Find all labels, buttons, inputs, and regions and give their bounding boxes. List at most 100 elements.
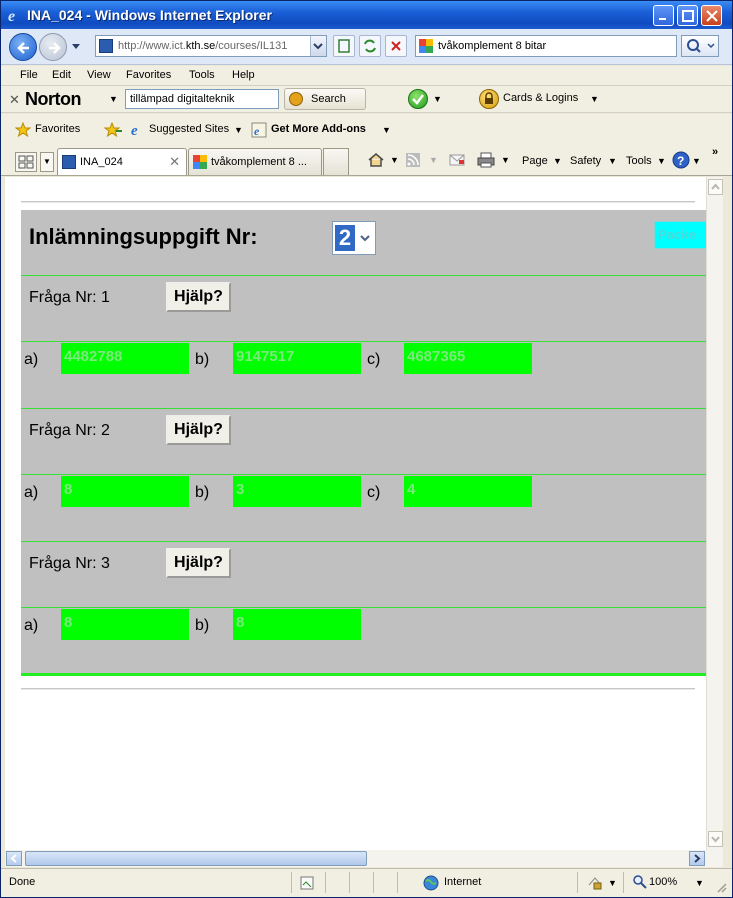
close-tab-icon[interactable]: ✕ — [169, 154, 180, 170]
norton-search-button[interactable]: Search — [284, 88, 366, 110]
close-button[interactable] — [701, 5, 722, 26]
home-icon[interactable] — [367, 152, 385, 168]
address-url[interactable]: http://www.ict.kth.se/courses/IL131 — [118, 40, 308, 52]
scroll-thumb[interactable] — [25, 851, 367, 866]
assignment-panel: Inlämningsuppgift Nr: 2 Packe Fråga Nr: … — [21, 210, 706, 676]
question-3-answer-a[interactable]: 8 — [61, 609, 189, 640]
forward-button[interactable] — [39, 33, 67, 61]
quick-tabs-button[interactable] — [15, 152, 37, 172]
read-mail-icon[interactable] — [449, 153, 465, 167]
address-dropdown-button[interactable] — [310, 36, 326, 56]
protected-mode-dropdown-icon[interactable]: ▼ — [608, 878, 617, 888]
browser-window: e INA_024 - Windows Internet Explorer ht… — [0, 0, 733, 898]
answer-label: a) — [24, 351, 39, 368]
norton-dropdown-icon[interactable]: ▼ — [109, 94, 118, 104]
favorites-button[interactable]: Favorites — [35, 123, 80, 135]
svg-text:e: e — [254, 124, 260, 138]
norton-brand[interactable]: Norton — [25, 89, 81, 110]
safety-dropdown-icon[interactable]: ▼ — [608, 156, 617, 166]
minimize-button[interactable] — [653, 5, 674, 26]
search-input[interactable]: tvåkomplement 8 bitar — [415, 35, 677, 57]
tab-list-dropdown-icon[interactable]: ▼ — [40, 152, 54, 172]
answer-label: a) — [24, 617, 39, 634]
protected-mode-icon[interactable] — [587, 876, 603, 890]
identity-safe-lock-icon[interactable] — [479, 89, 499, 109]
back-arrow-icon — [17, 42, 29, 54]
question-2-label: Fråga Nr: 2 — [29, 422, 110, 439]
back-button[interactable] — [9, 33, 37, 61]
compatibility-view-button[interactable] — [333, 35, 355, 57]
refresh-button[interactable] — [359, 35, 381, 57]
chevron-down-icon — [313, 43, 323, 50]
menu-favorites[interactable]: Favorites — [126, 69, 171, 81]
help-dropdown-icon[interactable]: ▼ — [692, 156, 701, 166]
question-3-label: Fråga Nr: 3 — [29, 555, 110, 572]
status-separator — [623, 872, 624, 893]
navigation-bar: http://www.ict.kth.se/courses/IL131 tvåk… — [1, 29, 732, 65]
zoom-dropdown-icon[interactable]: ▼ — [695, 878, 704, 888]
new-tab-button[interactable] — [323, 148, 349, 175]
menu-edit[interactable]: Edit — [52, 69, 71, 81]
horizontal-scrollbar[interactable] — [5, 850, 723, 867]
question-2-answer-b[interactable]: 3 — [233, 476, 361, 507]
home-dropdown-icon[interactable]: ▼ — [390, 155, 399, 165]
question-2-answer-a[interactable]: 8 — [61, 476, 189, 507]
menu-bar: File Edit View Favorites Tools Help — [1, 66, 732, 85]
page-menu[interactable]: Page — [522, 155, 548, 167]
question-1-answer-b[interactable]: 9147517 — [233, 343, 361, 374]
question-3-help-button[interactable]: Hjälp? — [166, 548, 231, 578]
question-1-answer-a[interactable]: 4482788 — [61, 343, 189, 374]
scroll-down-button[interactable] — [708, 831, 723, 847]
tools-menu[interactable]: Tools — [626, 155, 652, 167]
safety-menu[interactable]: Safety — [570, 155, 601, 167]
tab-bar: ▼ INA_024 ✕ tvåkomplement 8 ... ▼ ▼ ▼ Pa… — [1, 144, 732, 176]
suggested-sites-dropdown-icon[interactable]: ▼ — [234, 125, 243, 135]
safe-check-dropdown-icon[interactable]: ▼ — [433, 94, 442, 104]
addons-dropdown-icon[interactable]: ▼ — [382, 125, 391, 135]
recent-pages-dropdown-icon[interactable] — [71, 43, 81, 51]
menu-help[interactable]: Help — [232, 69, 255, 81]
zoom-icon[interactable] — [633, 875, 647, 889]
norton-safe-check-icon[interactable] — [408, 89, 428, 109]
add-favorites-icon[interactable] — [104, 122, 122, 137]
cards-logins-label[interactable]: Cards & Logins — [503, 92, 578, 104]
vertical-scrollbar[interactable] — [706, 177, 723, 850]
menu-file[interactable]: File — [20, 69, 38, 81]
suggested-sites-link[interactable]: Suggested Sites — [149, 123, 229, 135]
print-dropdown-icon[interactable]: ▼ — [501, 155, 510, 165]
submit-button[interactable]: Packe — [654, 221, 706, 249]
chevron-right-icon — [694, 854, 701, 863]
feeds-icon[interactable] — [406, 153, 420, 167]
chevron-left-icon — [10, 854, 17, 863]
zoom-level[interactable]: 100% — [649, 876, 677, 888]
get-more-addons-link[interactable]: Get More Add-ons — [271, 123, 366, 135]
page-dropdown-icon[interactable]: ▼ — [553, 156, 562, 166]
cards-logins-dropdown-icon[interactable]: ▼ — [590, 94, 599, 104]
question-2-help-button[interactable]: Hjälp? — [166, 415, 231, 445]
chevron-more-icon[interactable]: » — [712, 146, 718, 158]
question-2-answer-c[interactable]: 4 — [404, 476, 532, 507]
tab-ina-024[interactable]: INA_024 ✕ — [57, 148, 187, 175]
status-separator — [373, 872, 374, 893]
tab-google-search[interactable]: tvåkomplement 8 ... — [188, 148, 322, 175]
print-icon[interactable] — [477, 152, 495, 168]
question-1-help-button[interactable]: Hjälp? — [166, 282, 231, 312]
scroll-up-button[interactable] — [708, 179, 723, 195]
question-3-answer-b[interactable]: 8 — [233, 609, 361, 640]
question-1-answer-c[interactable]: 4687365 — [404, 343, 532, 374]
norton-search-input[interactable]: tillämpad digitalteknik — [125, 89, 279, 109]
scroll-right-button[interactable] — [689, 851, 705, 866]
feeds-dropdown-icon[interactable]: ▼ — [429, 155, 438, 165]
tools-dropdown-icon[interactable]: ▼ — [657, 156, 666, 166]
menu-tools[interactable]: Tools — [189, 69, 215, 81]
address-bar[interactable]: http://www.ict.kth.se/courses/IL131 — [95, 35, 327, 57]
scroll-left-button[interactable] — [6, 851, 22, 866]
help-icon[interactable]: ? — [672, 151, 690, 169]
search-button[interactable] — [681, 35, 719, 57]
stop-button[interactable] — [385, 35, 407, 57]
assignment-number-select[interactable]: 2 — [332, 221, 376, 255]
resize-grip-icon[interactable] — [715, 881, 727, 893]
close-toolbar-icon[interactable]: ✕ — [9, 92, 20, 108]
maximize-button[interactable] — [677, 5, 698, 26]
menu-view[interactable]: View — [87, 69, 111, 81]
